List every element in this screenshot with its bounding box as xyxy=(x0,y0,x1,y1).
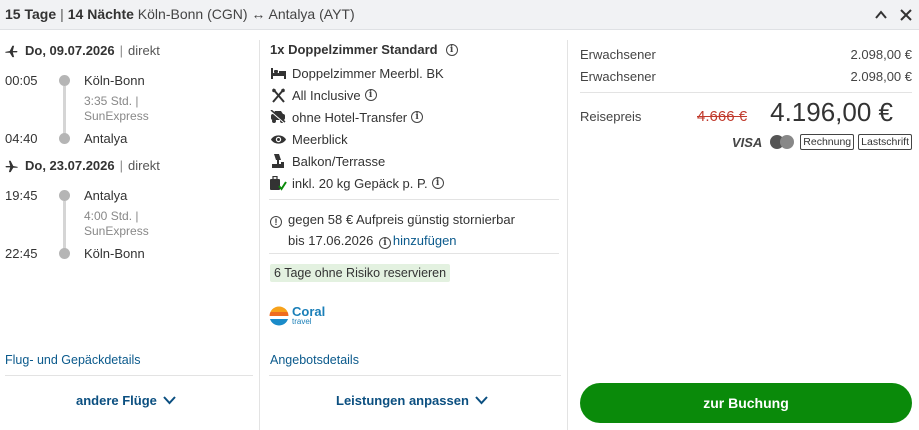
direct-debit-badge: Lastschrift xyxy=(858,134,912,150)
return-arrival-airport: Köln-Bonn xyxy=(84,246,145,261)
bed-icon xyxy=(269,65,287,81)
luggage-icon xyxy=(269,175,287,191)
transfer-info-icon[interactable]: i xyxy=(411,111,424,123)
passenger-price: 2.098,00 € xyxy=(850,69,912,84)
offer-divider xyxy=(269,199,559,200)
eye-icon xyxy=(269,131,287,147)
total-price: 4.196,00 € xyxy=(770,97,893,127)
return-departure-airport: Antalya xyxy=(84,188,128,203)
feature-board-label: All Inclusive xyxy=(292,87,361,103)
outbound-type: direkt xyxy=(128,43,160,58)
plane-return-icon xyxy=(5,160,18,172)
feature-board: All Inclusive i xyxy=(269,87,377,103)
return-departure-dot xyxy=(59,190,70,201)
luggage-info-icon[interactable]: i xyxy=(431,177,444,189)
outbound-duration-text: 3:35 Std. | xyxy=(84,94,139,108)
feature-balcony: Balkon/Terrasse xyxy=(269,153,385,169)
plane-outbound-icon xyxy=(5,45,18,57)
cutlery-icon xyxy=(269,87,287,103)
cancellation-until: bis 17.06.2026 xyxy=(288,233,374,248)
offer-header: 15 Tage | 14 Nächte Köln-Bonn (CGN) ↔ Anta… xyxy=(0,0,919,30)
outbound-departure-time: 00:05 xyxy=(5,73,38,88)
feature-luggage: inkl. 20 kg Gepäck p. P. i xyxy=(269,175,444,191)
roundtrip-arrow: ↔ xyxy=(251,6,266,22)
other-flights-label: andere Flüge xyxy=(76,393,157,408)
flight-baggage-details-link[interactable]: Flug- und Gepäckdetails xyxy=(5,353,141,367)
old-price: 4.666 € xyxy=(697,108,748,125)
cancellation-add-link[interactable]: hinzufügen xyxy=(393,233,457,248)
offer-details-link[interactable]: Angebotsdetails xyxy=(270,353,359,367)
cancellation-warning-icon: ! xyxy=(270,216,282,228)
flight-divider xyxy=(5,375,253,376)
customize-services-label: Leistungen anpassen xyxy=(336,393,469,408)
trip-nights: 14 Nächte xyxy=(67,6,134,22)
close-icon[interactable] xyxy=(899,8,913,22)
balcony-icon xyxy=(269,153,287,169)
outbound-departure-dot xyxy=(59,75,70,86)
room-title-text: 1x Doppelzimmer Standard xyxy=(270,42,438,57)
other-flights-button[interactable]: andere Flüge xyxy=(76,393,176,408)
return-timeline xyxy=(63,201,66,249)
payment-methods: VISA Rechnung Lastschrift xyxy=(732,134,912,150)
customize-services-button[interactable]: Leistungen anpassen xyxy=(336,393,488,408)
offer-divider xyxy=(269,253,559,254)
destination-airport: Antalya (AYT) xyxy=(268,6,355,22)
trip-summary: 15 Tage | 14 Nächte Köln-Bonn (CGN) ↔ Anta… xyxy=(5,6,355,22)
outbound-flight-title: Do, 09.07.2026 | direkt xyxy=(4,43,160,58)
feature-view: Meerblick xyxy=(269,131,348,147)
trip-days: 15 Tage xyxy=(5,6,57,22)
return-arrival-dot xyxy=(59,248,70,259)
cancellation-info: ! gegen 58 € Aufpreis günstig stornierbar… xyxy=(270,209,560,251)
return-duration-text: 4:00 Std. | xyxy=(84,209,139,223)
cancellation-text: gegen 58 € Aufpreis günstig stornierbar xyxy=(288,212,515,227)
feature-transfer-label: ohne Hotel-Transfer xyxy=(292,109,408,125)
no-transfer-icon xyxy=(269,109,287,125)
feature-room: Doppelzimmer Meerbl. BK xyxy=(269,65,444,81)
return-departure-time: 19:45 xyxy=(5,188,38,203)
return-arrival-time: 22:45 xyxy=(5,246,38,261)
collapse-chevron-up-icon[interactable] xyxy=(874,8,888,22)
mastercard-icon xyxy=(770,135,795,149)
column-divider xyxy=(567,40,568,430)
book-button[interactable]: zur Buchung xyxy=(580,383,912,423)
passenger-label: Erwachsener xyxy=(580,47,656,62)
feature-transfer: ohne Hotel-Transfer i xyxy=(269,109,424,125)
visa-logo: VISA xyxy=(731,134,763,150)
cancellation-info-icon[interactable]: i xyxy=(378,237,391,249)
outbound-duration: 3:35 Std. | SunExpress xyxy=(84,94,149,124)
room-title: 1x Doppelzimmer Standard i xyxy=(270,42,458,57)
outbound-date: Do, 09.07.2026 xyxy=(25,43,115,58)
passenger-label: Erwachsener xyxy=(580,69,656,84)
feature-balcony-label: Balkon/Terrasse xyxy=(292,153,386,169)
return-duration: 4:00 Std. | SunExpress xyxy=(84,209,149,239)
column-divider xyxy=(259,40,260,430)
total-price-label: Reisepreis xyxy=(580,109,642,124)
feature-room-label: Doppelzimmer Meerbl. BK xyxy=(292,65,444,81)
outbound-departure-airport: Köln-Bonn xyxy=(84,73,145,88)
room-info-icon[interactable]: i xyxy=(445,43,458,56)
outbound-arrival-dot xyxy=(59,133,70,144)
feature-luggage-label: inkl. 20 kg Gepäck p. P. xyxy=(292,175,428,191)
risk-free-badge: 6 Tage ohne Risiko reservieren xyxy=(270,264,451,282)
outbound-airline: SunExpress xyxy=(84,109,149,123)
outbound-arrival-time: 04:40 xyxy=(5,131,38,146)
chevron-down-icon xyxy=(475,396,488,405)
feature-view-label: Meerblick xyxy=(292,131,348,147)
outbound-arrival-airport: Antalya xyxy=(84,131,128,146)
passenger-price: 2.098,00 € xyxy=(850,47,912,62)
tour-operator-logo: Coral travel xyxy=(269,305,325,326)
board-info-icon[interactable]: i xyxy=(364,89,377,101)
chevron-down-icon xyxy=(163,396,176,405)
return-airline: SunExpress xyxy=(84,224,149,238)
origin-airport: Köln-Bonn (CGN) xyxy=(137,6,248,22)
offer-divider xyxy=(269,375,561,376)
return-type: direkt xyxy=(128,158,160,173)
price-divider xyxy=(580,92,912,93)
return-flight-title: Do, 23.07.2026 | direkt xyxy=(4,158,160,173)
operator-sub: travel xyxy=(292,317,312,326)
invoice-badge: Rechnung xyxy=(800,134,855,150)
coral-logo-icon xyxy=(269,306,289,326)
outbound-timeline xyxy=(63,86,66,134)
return-date: Do, 23.07.2026 xyxy=(25,158,115,173)
